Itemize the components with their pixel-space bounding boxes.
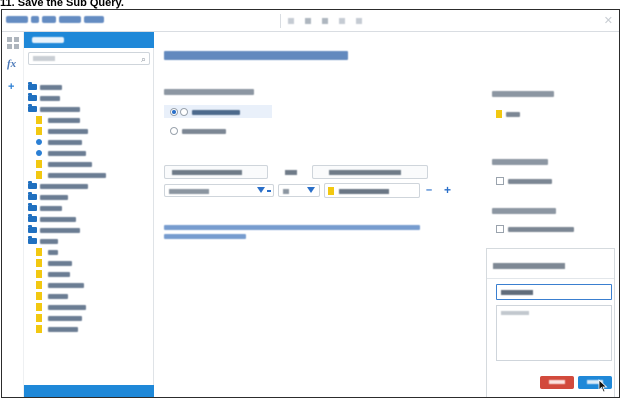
prompt-checkbox-label [508,227,574,232]
help-text-line-1 [164,225,420,230]
prompt-checkbox[interactable] [496,225,504,233]
tree-footer-bar [24,385,154,397]
delete-button[interactable] [540,376,574,389]
query-type-label [164,89,254,95]
chevron-down-icon [307,187,315,193]
subquery-config-panel: – + [154,32,619,397]
formula-icon[interactable]: fx [7,58,19,70]
back-icon[interactable] [336,15,348,27]
caption: 11. Save the Sub Query. [0,0,621,9]
app-window: ✕ fx + ⌕ – + [1,9,620,398]
toolbar-divider [280,14,281,28]
data-tree-panel: ⌕ [24,32,154,397]
chevron-down-icon [257,187,265,193]
undo-icon[interactable] [285,15,297,27]
operator-header [274,165,304,179]
breadcrumb[interactable] [6,16,106,24]
subquery-field-chip[interactable] [324,183,420,198]
subquery-field-item[interactable] [506,112,520,117]
icon-rail: fx + [2,32,24,397]
grid-icon[interactable] [7,37,19,49]
top-toolbar: ✕ [2,10,619,32]
primary-field-select[interactable] [164,184,274,197]
option-label-1 [192,110,240,115]
align-icon[interactable] [302,15,314,27]
option-checkbox[interactable] [496,177,504,185]
name-description-title [493,263,565,269]
prompt-section-label [492,208,556,214]
close-icon[interactable]: ✕ [604,14,613,27]
forward-icon[interactable] [353,15,365,27]
option-label-2 [182,129,226,134]
operator-select[interactable] [278,184,320,197]
option-radio-1-alt[interactable] [180,108,188,116]
option-section-label [492,159,548,165]
caption-text: 11. Save the Sub Query. [0,0,124,9]
add-condition-icon[interactable]: + [444,183,451,197]
remove-condition-icon[interactable]: – [426,184,432,196]
tree-search-input[interactable]: ⌕ [28,52,150,65]
subquery-fields-label [492,91,554,97]
option-radio-1[interactable] [170,108,178,116]
tree-header [24,32,154,48]
add-icon[interactable]: + [8,81,14,93]
option-radio-2[interactable] [170,127,178,135]
text-icon[interactable] [319,15,331,27]
chevron-down-icon [267,190,271,192]
search-icon: ⌕ [140,54,146,64]
field-icon [496,110,502,118]
subquery-name-input[interactable] [496,284,612,300]
subquery-field-header [312,165,428,179]
subquery-description-textarea[interactable] [496,305,612,361]
page-title [164,51,348,60]
primary-field-header [164,165,268,179]
divider [487,278,614,279]
option-checkbox-label [508,179,552,184]
help-text-line-2[interactable] [164,234,246,239]
